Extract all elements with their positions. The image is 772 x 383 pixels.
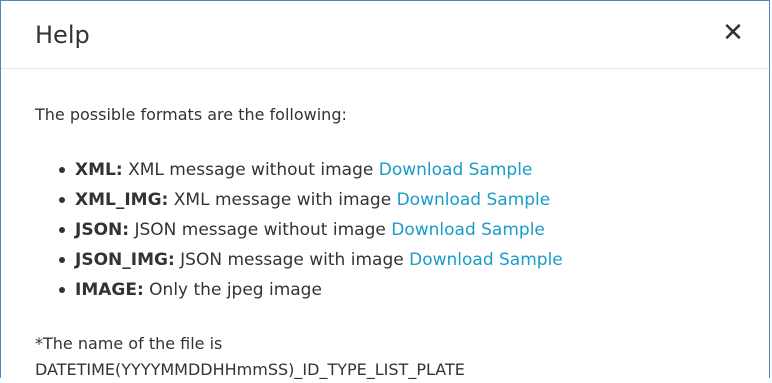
dialog-body: The possible formats are the following: … xyxy=(35,105,755,383)
format-description: XML message with image xyxy=(173,190,392,210)
format-description: JSON message with image xyxy=(180,250,404,270)
intro-text: The possible formats are the following: xyxy=(35,105,347,124)
format-name: IMAGE: xyxy=(75,280,144,300)
close-icon[interactable]: ✕ xyxy=(715,15,751,51)
list-item-json: JSON: JSON message without image Downloa… xyxy=(59,215,755,245)
filename-note-line2: DATETIME(YYYYMMDDHHmmSS)_ID_TYPE_LIST_PL… xyxy=(35,360,465,379)
list-item-image: IMAGE: Only the jpeg image xyxy=(59,275,755,305)
format-name: JSON_IMG: xyxy=(75,250,175,270)
list-item-json-img: JSON_IMG: JSON message with image Downlo… xyxy=(59,245,755,275)
bullet-icon xyxy=(59,287,65,293)
format-description: JSON message without image xyxy=(134,220,386,240)
download-sample-link-json[interactable]: Download Sample xyxy=(391,220,545,240)
format-name: JSON: xyxy=(75,220,130,240)
download-sample-link-json-img[interactable]: Download Sample xyxy=(409,250,563,270)
format-name: XML_IMG: xyxy=(75,190,169,210)
bullet-icon xyxy=(59,167,65,173)
bullet-icon xyxy=(59,197,65,203)
bullet-icon xyxy=(59,257,65,263)
download-sample-link-xml[interactable]: Download Sample xyxy=(379,160,533,180)
formats-list: XML: XML message without image Download … xyxy=(35,155,755,305)
list-item-xml-img: XML_IMG: XML message with image Download… xyxy=(59,185,755,215)
filename-note: *The name of the file is DATETIME(YYYYMM… xyxy=(35,331,755,383)
format-description: XML message without image xyxy=(128,160,374,180)
download-sample-link-xml-img[interactable]: Download Sample xyxy=(397,190,551,210)
bullet-icon xyxy=(59,227,65,233)
list-item-xml: XML: XML message without image Download … xyxy=(59,155,755,185)
dialog-header: Help ✕ xyxy=(1,1,769,69)
format-name: XML: xyxy=(75,160,123,180)
format-description: Only the jpeg image xyxy=(149,280,322,300)
filename-note-line1: *The name of the file is xyxy=(35,334,223,353)
dialog-title: Help xyxy=(35,21,90,49)
help-dialog: Help ✕ The possible formats are the foll… xyxy=(0,0,770,379)
